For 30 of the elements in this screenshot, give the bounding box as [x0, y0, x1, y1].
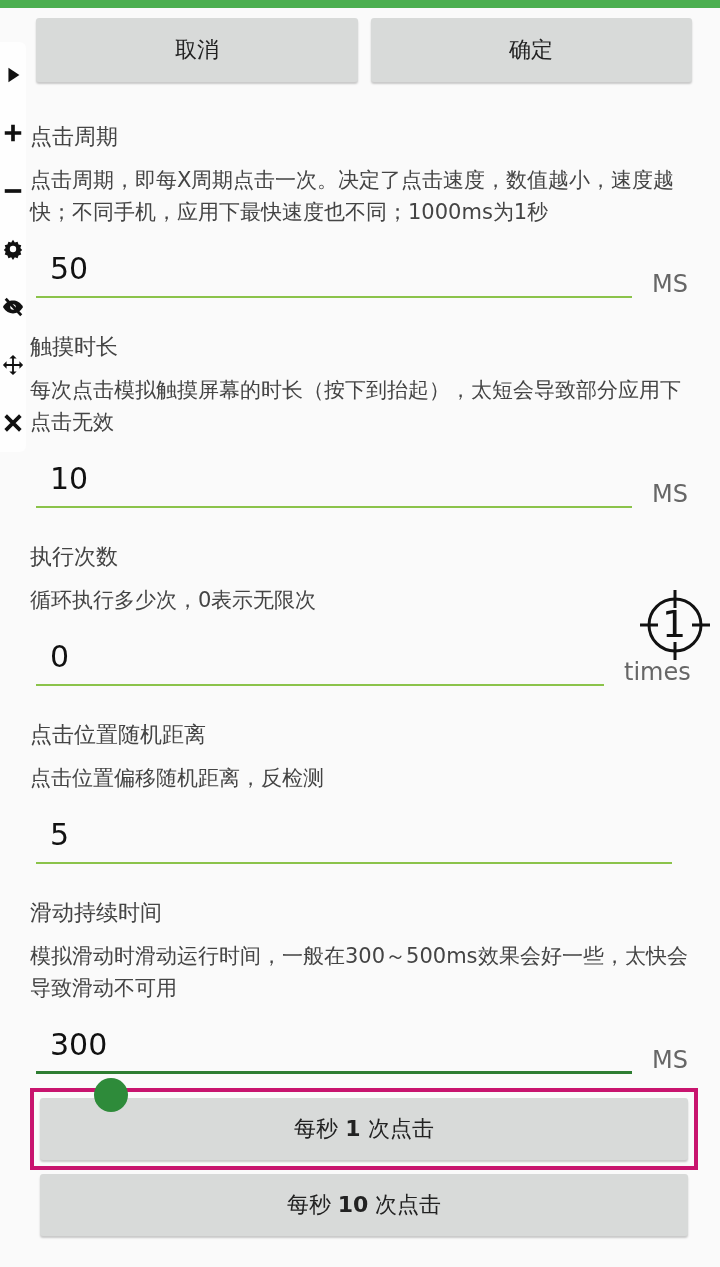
preset-button[interactable]: 每秒 1 次点击 — [40, 1098, 688, 1160]
setting-description: 模拟滑动时滑动运行时间，一般在300～500ms效果会好一些，太快会导致滑动不可用 — [30, 943, 689, 1002]
cursor-handle[interactable] — [94, 1078, 128, 1112]
dialog-button[interactable]: 取消 — [36, 18, 358, 82]
crosshair-icon — [640, 590, 710, 660]
setting-description: 点击周期，即每X周期点击一次。决定了点击速度，数值越小，速度越快；不同手机，应用下最快速度也不同；1000ms为1秒 — [30, 167, 676, 226]
eye-off-icon[interactable] — [2, 296, 24, 318]
setting-description: 点击位置偏移随机距离，反检测 — [30, 765, 325, 792]
setting-title: 触摸时长 — [30, 333, 119, 361]
plus-icon[interactable] — [2, 122, 24, 144]
settings-icon[interactable] — [2, 238, 24, 260]
input-field[interactable]: 50 — [36, 246, 632, 298]
preset-button[interactable]: 每秒 10 次点击 — [40, 1174, 688, 1236]
setting-title: 执行次数 — [30, 543, 119, 571]
input-field[interactable]: 10 — [36, 456, 632, 508]
setting-title: 点击周期 — [30, 123, 119, 151]
setting-description: 循环执行多少次，0表示无限次 — [30, 587, 318, 614]
unit-label: times — [624, 658, 691, 686]
setting-title: 滑动持续时间 — [30, 899, 163, 927]
unit-label: MS — [652, 270, 688, 298]
move-icon[interactable] — [2, 354, 24, 376]
close-icon[interactable] — [2, 412, 24, 434]
input-field[interactable]: 0 — [36, 634, 604, 686]
setting-description: 每次点击模拟触摸屏幕的时长（按下到抬起），太短会导致部分应用下点击无效 — [30, 377, 682, 436]
unit-label: MS — [652, 1046, 688, 1074]
crosshair-number: 1 — [662, 601, 687, 648]
setting-title: 点击位置随机距离 — [30, 721, 207, 749]
unit-label: MS — [652, 480, 688, 508]
input-field[interactable]: 5 — [36, 812, 672, 864]
dialog-button[interactable]: 确定 — [370, 18, 692, 82]
